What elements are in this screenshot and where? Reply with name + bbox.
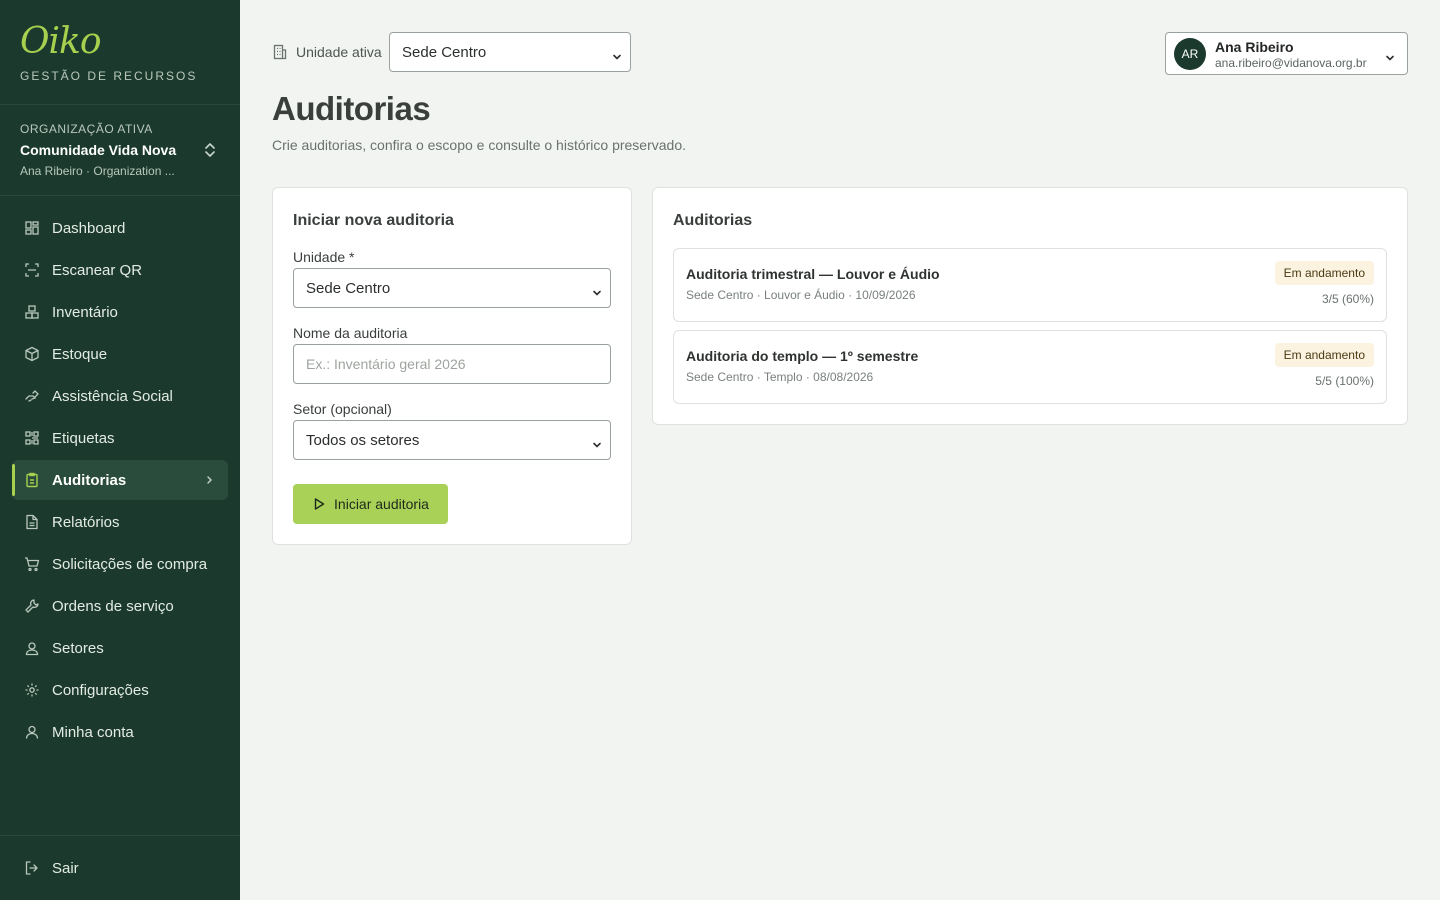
hand-icon bbox=[24, 388, 40, 404]
chevron-down-icon bbox=[1385, 49, 1395, 61]
sidebar-item-audits[interactable]: Auditorias bbox=[12, 460, 228, 500]
user-icon bbox=[24, 724, 40, 740]
chevron-down-icon bbox=[592, 284, 602, 296]
user-name: Ana Ribeiro bbox=[1215, 39, 1294, 55]
start-audit-button[interactable]: Iniciar auditoria bbox=[293, 484, 448, 524]
sidebar-item-label: Assistência Social bbox=[52, 387, 173, 405]
audit-progress: 5/5 (100%) bbox=[1315, 374, 1374, 388]
audit-meta: Sede Centro · Louvor e Áudio · 10/09/202… bbox=[686, 288, 916, 302]
sector-select-value: Todos os setores bbox=[306, 431, 420, 449]
scan-icon bbox=[24, 262, 40, 278]
contact-icon bbox=[24, 640, 40, 656]
audits-list-title: Auditorias bbox=[673, 212, 753, 229]
audit-name-input[interactable]: Ex.: Inventário geral 2026 bbox=[293, 344, 611, 384]
unit-select[interactable]: Sede Centro bbox=[293, 268, 611, 308]
boxes-icon bbox=[24, 304, 40, 320]
logout-button[interactable]: Sair bbox=[12, 848, 228, 888]
new-audit-card: Iniciar nova auditoria Unidade * Sede Ce… bbox=[272, 187, 632, 545]
audit-name-placeholder: Ex.: Inventário geral 2026 bbox=[306, 356, 466, 372]
sidebar-item-service-orders[interactable]: Ordens de serviço bbox=[12, 586, 228, 626]
wrench-icon bbox=[24, 598, 40, 614]
active-unit-text: Unidade ativa bbox=[296, 44, 382, 60]
sidebar-item-scan-qr[interactable]: Escanear QR bbox=[12, 250, 228, 290]
sidebar-item-reports[interactable]: Relatórios bbox=[12, 502, 228, 542]
divider bbox=[0, 835, 240, 836]
sidebar-item-label: Auditorias bbox=[52, 471, 127, 489]
sidebar-item-label: Solicitações de compra bbox=[52, 555, 208, 573]
sidebar-item-label: Minha conta bbox=[52, 723, 134, 741]
audit-title: Auditoria trimestral — Louvor e Áudio bbox=[686, 266, 940, 282]
page-subtitle: Crie auditorias, confira o escopo e cons… bbox=[272, 137, 686, 153]
cart-icon bbox=[24, 556, 40, 572]
sidebar-item-stock[interactable]: Estoque bbox=[12, 334, 228, 374]
chevron-down-icon bbox=[612, 48, 622, 60]
divider bbox=[0, 195, 240, 196]
logout-label: Sair bbox=[52, 859, 79, 877]
app-logo: Oiko bbox=[20, 21, 102, 62]
sidebar-item-social-assistance[interactable]: Assistência Social bbox=[12, 376, 228, 416]
sidebar-item-label: Estoque bbox=[52, 345, 108, 363]
clipboard-check-icon bbox=[24, 472, 40, 488]
sidebar-item-label: Relatórios bbox=[52, 513, 120, 531]
sidebar-item-label: Ordens de serviço bbox=[52, 597, 174, 615]
audit-progress: 3/5 (60%) bbox=[1321, 292, 1374, 306]
sidebar-item-settings[interactable]: Configurações bbox=[12, 670, 228, 710]
divider bbox=[0, 104, 240, 105]
audit-list-item[interactable]: Auditoria do templo — 1º semestre Sede C… bbox=[673, 330, 1387, 404]
qr-code-icon bbox=[24, 430, 40, 446]
user-email: ana.ribeiro@vidanova.org.br bbox=[1215, 56, 1367, 70]
unit-field-label: Unidade * bbox=[293, 249, 355, 265]
package-icon bbox=[24, 346, 40, 362]
active-unit-label: Unidade ativa bbox=[272, 44, 382, 60]
start-audit-label: Iniciar auditoria bbox=[334, 496, 429, 512]
org-user-line: Ana Ribeiro · Organization ... bbox=[20, 164, 175, 178]
sidebar-item-label: Setores bbox=[52, 639, 104, 657]
status-badge: Em andamento bbox=[1274, 261, 1374, 285]
sidebar-item-my-account[interactable]: Minha conta bbox=[12, 712, 228, 752]
avatar: AR bbox=[1174, 38, 1206, 70]
audit-list-item[interactable]: Auditoria trimestral — Louvor e Áudio Se… bbox=[673, 248, 1387, 322]
org-caption: ORGANIZAÇÃO ATIVA bbox=[20, 122, 153, 136]
sidebar-item-label: Escanear QR bbox=[52, 261, 143, 279]
logout-icon bbox=[24, 860, 40, 876]
audit-meta: Sede Centro · Templo · 08/08/2026 bbox=[686, 370, 874, 384]
audits-card: Auditorias Auditoria trimestral — Louvor… bbox=[652, 187, 1408, 425]
sidebar-item-purchase-requests[interactable]: Solicitações de compra bbox=[12, 544, 228, 584]
audit-name-label: Nome da auditoria bbox=[293, 325, 408, 341]
chevron-down-icon bbox=[592, 436, 602, 448]
gear-icon bbox=[24, 682, 40, 698]
building-icon bbox=[272, 44, 288, 60]
chevron-right-icon bbox=[206, 473, 214, 487]
audit-title: Auditoria do templo — 1º semestre bbox=[686, 348, 919, 364]
user-menu[interactable]: AR Ana Ribeiro ana.ribeiro@vidanova.org.… bbox=[1165, 32, 1408, 75]
sidebar-item-labels[interactable]: Etiquetas bbox=[12, 418, 228, 458]
active-unit-value: Sede Centro bbox=[402, 43, 487, 61]
sector-select[interactable]: Todos os setores bbox=[293, 420, 611, 460]
status-badge: Em andamento bbox=[1274, 343, 1374, 367]
sidebar-item-label: Inventário bbox=[52, 303, 118, 321]
unit-select-value: Sede Centro bbox=[306, 279, 391, 297]
org-switcher-chevrons-icon[interactable] bbox=[201, 141, 219, 159]
page-title: Auditorias bbox=[272, 90, 431, 127]
sidebar-item-label: Configurações bbox=[52, 681, 149, 699]
active-unit-select[interactable]: Sede Centro bbox=[389, 32, 631, 72]
dashboard-icon bbox=[24, 220, 40, 236]
sector-field-label: Setor (opcional) bbox=[293, 401, 392, 417]
sidebar: Oiko GESTÃO DE RECURSOS ORGANIZAÇÃO ATIV… bbox=[0, 0, 240, 900]
sidebar-item-inventory[interactable]: Inventário bbox=[12, 292, 228, 332]
file-icon bbox=[24, 514, 40, 530]
play-icon bbox=[312, 497, 326, 511]
org-name: Comunidade Vida Nova bbox=[20, 142, 177, 158]
sidebar-item-dashboard[interactable]: Dashboard bbox=[12, 208, 228, 248]
new-audit-title: Iniciar nova auditoria bbox=[293, 212, 454, 229]
sidebar-nav: Dashboard Escanear QR Inventário Estoque… bbox=[12, 208, 228, 754]
sidebar-item-sectors[interactable]: Setores bbox=[12, 628, 228, 668]
brand-subtitle: GESTÃO DE RECURSOS bbox=[20, 69, 198, 83]
sidebar-item-label: Dashboard bbox=[52, 219, 126, 237]
sidebar-item-label: Etiquetas bbox=[52, 429, 115, 447]
